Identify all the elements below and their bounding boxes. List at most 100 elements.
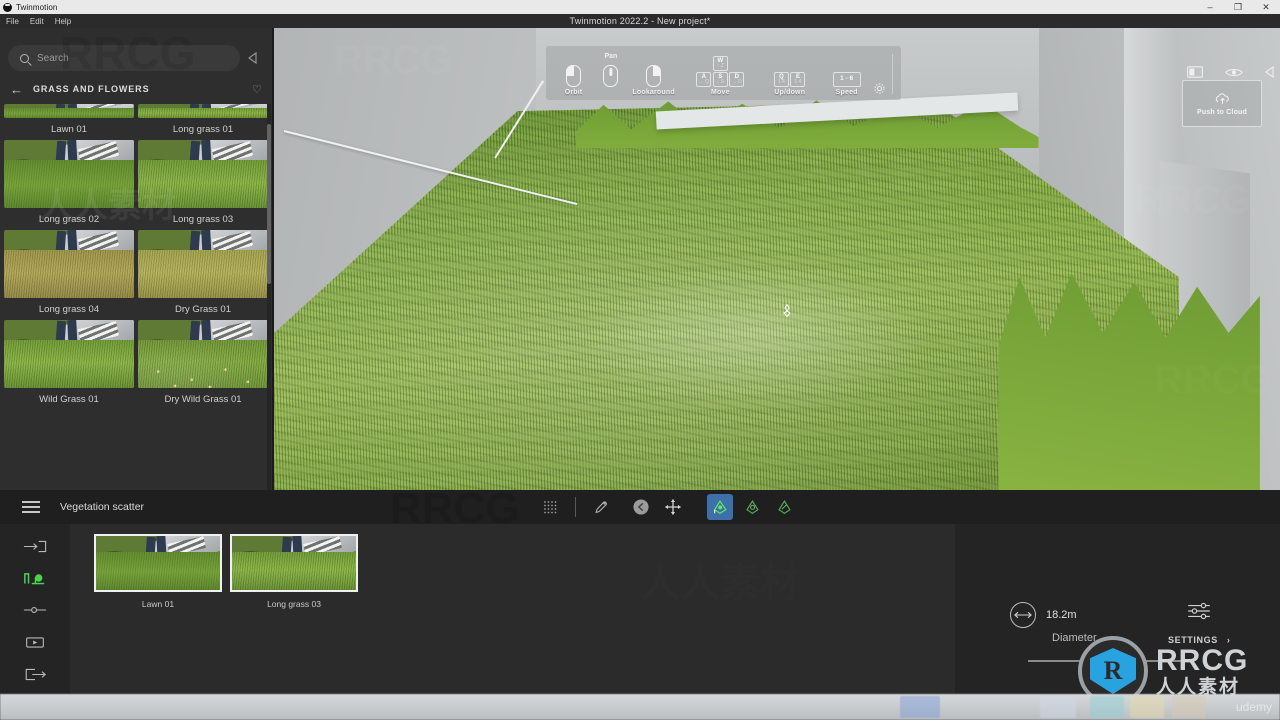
selected-asset-thumbnail[interactable] [230,534,358,592]
library-panel: Search ← GRASS AND FLOWERS ♡ Lawn 01 Long… [0,28,272,490]
library-category-label: GRASS AND FLOWERS [33,84,150,94]
maximize-button[interactable]: ❐ [1224,0,1252,14]
library-item-thumbnail[interactable] [4,320,134,388]
paint-erase-icon[interactable] [771,494,797,520]
library-item-label: Wild Grass 01 [39,393,99,405]
selected-asset-thumbnail[interactable] [94,534,222,592]
selected-assets-area[interactable]: Lawn 01 Long grass 03 [70,524,955,694]
cloud-upload-icon [1215,92,1229,104]
panel-layout-icon[interactable] [1187,66,1203,78]
arrow-left-icon[interactable]: ← [10,83,23,96]
selected-asset[interactable]: Long grass 03 [230,534,358,609]
push-to-cloud-button[interactable]: Push to Cloud [1182,80,1262,127]
key-q[interactable]: Q 1 4 [773,72,789,87]
path-icon[interactable] [20,602,50,618]
3d-viewport[interactable]: RRCG 人人素材 RRCG 人人素材 RRCG Orbit Pan . Loo… [274,28,1280,490]
chevron-left-icon[interactable] [1265,66,1274,78]
menu-item-edit[interactable]: Edit [30,17,44,26]
chevron-left-icon [247,52,257,64]
eyedropper-icon[interactable] [587,494,613,520]
library-item-thumbnail[interactable] [138,320,268,388]
rrcg-logo-text: RRCG 人人素材 [1156,643,1249,697]
os-taskbar[interactable] [0,694,1280,720]
nav-lookaround-label: Lookaround [632,89,675,96]
paint-add-icon[interactable] [707,494,733,520]
taskbar-item-2[interactable] [1040,696,1076,718]
library-item-thumbnail[interactable] [138,104,268,118]
diameter-icon [1010,602,1036,628]
export-icon[interactable] [20,666,50,682]
nav-orbit-label: Orbit [564,89,583,96]
menu-item-help[interactable]: Help [55,17,71,26]
nav-updown-label: Up/down [774,89,806,96]
minimize-button[interactable]: – [1196,0,1224,14]
collapse-library-button[interactable] [240,45,264,71]
key-d-sub: → D [731,79,742,85]
udemy-watermark: udemy [1235,700,1272,714]
hamburger-icon[interactable] [22,501,40,513]
taskbar-item-5[interactable] [1172,696,1206,718]
library-item[interactable]: Long grass 02 [4,140,134,230]
library-item[interactable]: Lawn 01 [4,104,134,140]
key-d[interactable]: D → D [729,72,745,87]
diameter-value: 18.2m [1046,609,1077,621]
scatter-grid-icon[interactable] [538,494,564,520]
rrcg-logo-brand: RRCG [1156,643,1249,677]
library-item[interactable]: Long grass 04 [4,230,134,320]
library-item[interactable]: Dry Wild Grass 01 [138,320,268,410]
library-grid: Lawn 01 Long grass 01 Long grass 02 Long gr… [0,104,272,410]
library-item[interactable]: Wild Grass 01 [4,320,134,410]
library-item-label: Lawn 01 [51,123,87,135]
library-scrollbar-thumb[interactable] [267,124,271,284]
library-item-label: Long grass 01 [172,123,234,135]
key-e-sub: 1 4 [794,79,802,85]
nav-lookaround[interactable]: Lookaround [629,64,679,96]
library-item[interactable]: Long grass 03 [138,140,268,230]
key-w-sub: ↑ Z [716,62,724,69]
import-icon[interactable] [20,538,50,554]
nav-pan[interactable]: Pan . [593,53,629,96]
heart-icon[interactable]: ♡ [252,83,262,96]
selected-asset[interactable]: Lawn 01 [94,534,222,609]
move-icon[interactable] [660,494,686,520]
nav-orbit[interactable]: Orbit [554,64,593,96]
key-s[interactable]: S ↓ S [712,72,728,87]
library-grid-scroll[interactable]: Lawn 01 Long grass 01 Long grass 02 Long gr… [0,104,272,490]
vegetation-icon[interactable] [20,570,50,586]
library-item-label: Dry Grass 01 [175,303,231,315]
gear-icon[interactable] [873,82,886,95]
library-item-label: Dry Wild Grass 01 [164,393,242,405]
nav-move[interactable]: A ← Q W ↑ Z S ↓ S D → D Move [687,55,753,96]
os-titlebar: Twinmotion [0,0,1280,14]
key-e[interactable]: E 1 4 [790,72,806,87]
library-item-thumbnail[interactable] [138,230,268,298]
media-icon[interactable] [20,634,50,650]
eye-icon[interactable] [1225,67,1243,78]
paint-modify-icon[interactable] [739,494,765,520]
mouse-middle-icon [603,65,619,87]
search-input[interactable]: Search [8,45,240,71]
navhelp-divider [892,54,893,94]
taskbar-item-4[interactable] [1130,696,1164,718]
nav-updown[interactable]: Q 1 4 E 1 4 Up/down [762,72,817,96]
navigation-help-overlay: Orbit Pan . Lookaround A ← Q [546,46,901,100]
menu-item-file[interactable]: File [6,17,19,26]
key-w[interactable]: W ↑ Z [712,55,728,71]
library-item-thumbnail[interactable] [138,140,268,208]
library-item-thumbnail[interactable] [4,230,134,298]
library-item-thumbnail[interactable] [4,140,134,208]
selected-asset-label: Lawn 01 [141,599,175,609]
close-button[interactable]: ✕ [1252,0,1280,14]
library-item[interactable]: Long grass 01 [138,104,268,140]
taskbar-item-1[interactable] [900,696,940,718]
library-item-thumbnail[interactable] [4,104,134,118]
library-item-label: Long grass 02 [38,213,100,225]
push-to-cloud-label: Push to Cloud [1196,108,1248,116]
undo-icon[interactable] [628,494,654,520]
key-a[interactable]: A ← Q [696,72,712,87]
key-speed-range[interactable]: 1 - 6 [832,72,861,87]
nav-speed[interactable]: 1 - 6 Speed [826,72,867,96]
taskbar-item-3[interactable] [1090,696,1124,718]
library-item[interactable]: Dry Grass 01 [138,230,268,320]
twinmotion-window: Twinmotion File Edit Help Twinmotion 202… [0,0,1280,720]
